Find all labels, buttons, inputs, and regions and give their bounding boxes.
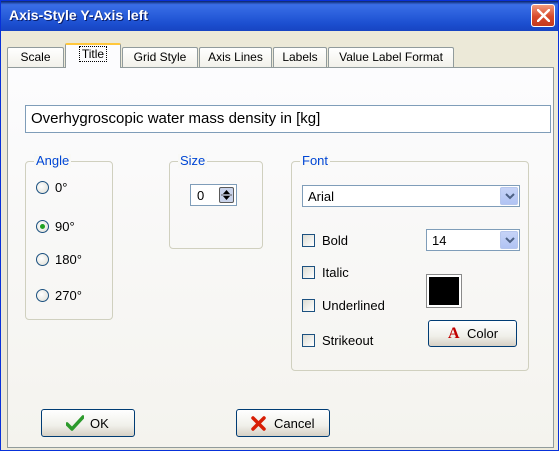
spinner-arrows[interactable] bbox=[219, 187, 234, 203]
tab-label: Title bbox=[78, 46, 108, 62]
tab-label: Axis Lines bbox=[208, 50, 263, 64]
red-x-icon bbox=[251, 416, 266, 431]
font-group: Font Arial Bold 14 Italic Underlined Str… bbox=[291, 154, 529, 371]
strikeout-checkbox[interactable] bbox=[302, 334, 315, 347]
tab-label: Value Label Format bbox=[339, 50, 443, 64]
underlined-label: Underlined bbox=[322, 298, 385, 313]
tab-axis-lines[interactable]: Axis Lines bbox=[199, 47, 272, 67]
dropdown-arrow[interactable] bbox=[500, 187, 518, 205]
tab-title[interactable]: Title bbox=[65, 43, 121, 68]
size-group: Size 0 bbox=[169, 154, 263, 249]
close-icon bbox=[537, 9, 550, 22]
font-family-value: Arial bbox=[308, 189, 335, 204]
dialog-window: Axis-Style Y-Axis left Scale Title Grid … bbox=[0, 0, 559, 451]
tab-grid-style[interactable]: Grid Style bbox=[122, 47, 198, 67]
letter-a-icon: A bbox=[448, 325, 460, 342]
font-group-label: Font bbox=[300, 153, 331, 168]
dropdown-arrow[interactable] bbox=[500, 231, 518, 249]
size-group-label: Size bbox=[178, 153, 208, 168]
chevron-down-icon bbox=[505, 237, 515, 244]
tab-labels[interactable]: Labels bbox=[273, 47, 327, 67]
tab-value-label-format[interactable]: Value Label Format bbox=[328, 47, 454, 67]
up-down-arrows-icon bbox=[221, 190, 232, 200]
radio-button[interactable] bbox=[36, 181, 49, 194]
radio-button[interactable] bbox=[36, 289, 49, 302]
angle-group: Angle 0° 90° 180° 270° bbox=[25, 154, 113, 320]
ok-button-label: OK bbox=[90, 416, 109, 431]
radio-dot bbox=[40, 224, 45, 229]
tab-scale[interactable]: Scale bbox=[7, 47, 64, 67]
cancel-button-label: Cancel bbox=[274, 416, 315, 431]
angle-option-label: 270° bbox=[55, 288, 82, 303]
font-size-select[interactable]: 14 bbox=[426, 229, 520, 251]
bold-label: Bold bbox=[322, 233, 349, 248]
radio-button-selected[interactable] bbox=[36, 220, 49, 233]
font-family-select[interactable]: Arial bbox=[302, 185, 520, 207]
checkmark-icon bbox=[66, 415, 84, 431]
close-button[interactable] bbox=[531, 4, 555, 27]
font-size-value: 14 bbox=[432, 233, 447, 248]
font-color-swatch bbox=[426, 274, 462, 308]
italic-checkbox[interactable] bbox=[302, 266, 315, 279]
color-button[interactable]: A Color bbox=[428, 320, 517, 347]
tab-label: Grid Style bbox=[133, 50, 187, 64]
strikeout-label: Strikeout bbox=[322, 333, 374, 348]
ok-button[interactable]: OK bbox=[41, 409, 135, 437]
cancel-button[interactable]: Cancel bbox=[236, 409, 330, 437]
tab-label: Labels bbox=[282, 50, 318, 64]
window-title: Axis-Style Y-Axis left bbox=[9, 7, 149, 23]
tab-label: Scale bbox=[20, 50, 51, 64]
underlined-checkbox[interactable] bbox=[302, 299, 315, 312]
title-bar[interactable]: Axis-Style Y-Axis left bbox=[1, 1, 558, 31]
angle-option-label: 90° bbox=[55, 219, 75, 234]
color-button-label: Color bbox=[467, 326, 499, 341]
angle-option-label: 0° bbox=[55, 180, 68, 195]
chevron-down-icon bbox=[505, 193, 515, 200]
radio-button[interactable] bbox=[36, 253, 49, 266]
tab-strip: Scale Title Grid Style Axis Lines Labels… bbox=[7, 43, 554, 68]
size-value: 0 bbox=[197, 188, 205, 203]
axis-title-input[interactable]: Overhygroscopic water mass density in [k… bbox=[25, 105, 551, 133]
angle-option-label: 180° bbox=[55, 252, 82, 267]
angle-group-label: Angle bbox=[34, 153, 72, 168]
size-spinner[interactable]: 0 bbox=[190, 184, 237, 206]
italic-label: Italic bbox=[322, 265, 349, 280]
bold-checkbox[interactable] bbox=[302, 234, 315, 247]
